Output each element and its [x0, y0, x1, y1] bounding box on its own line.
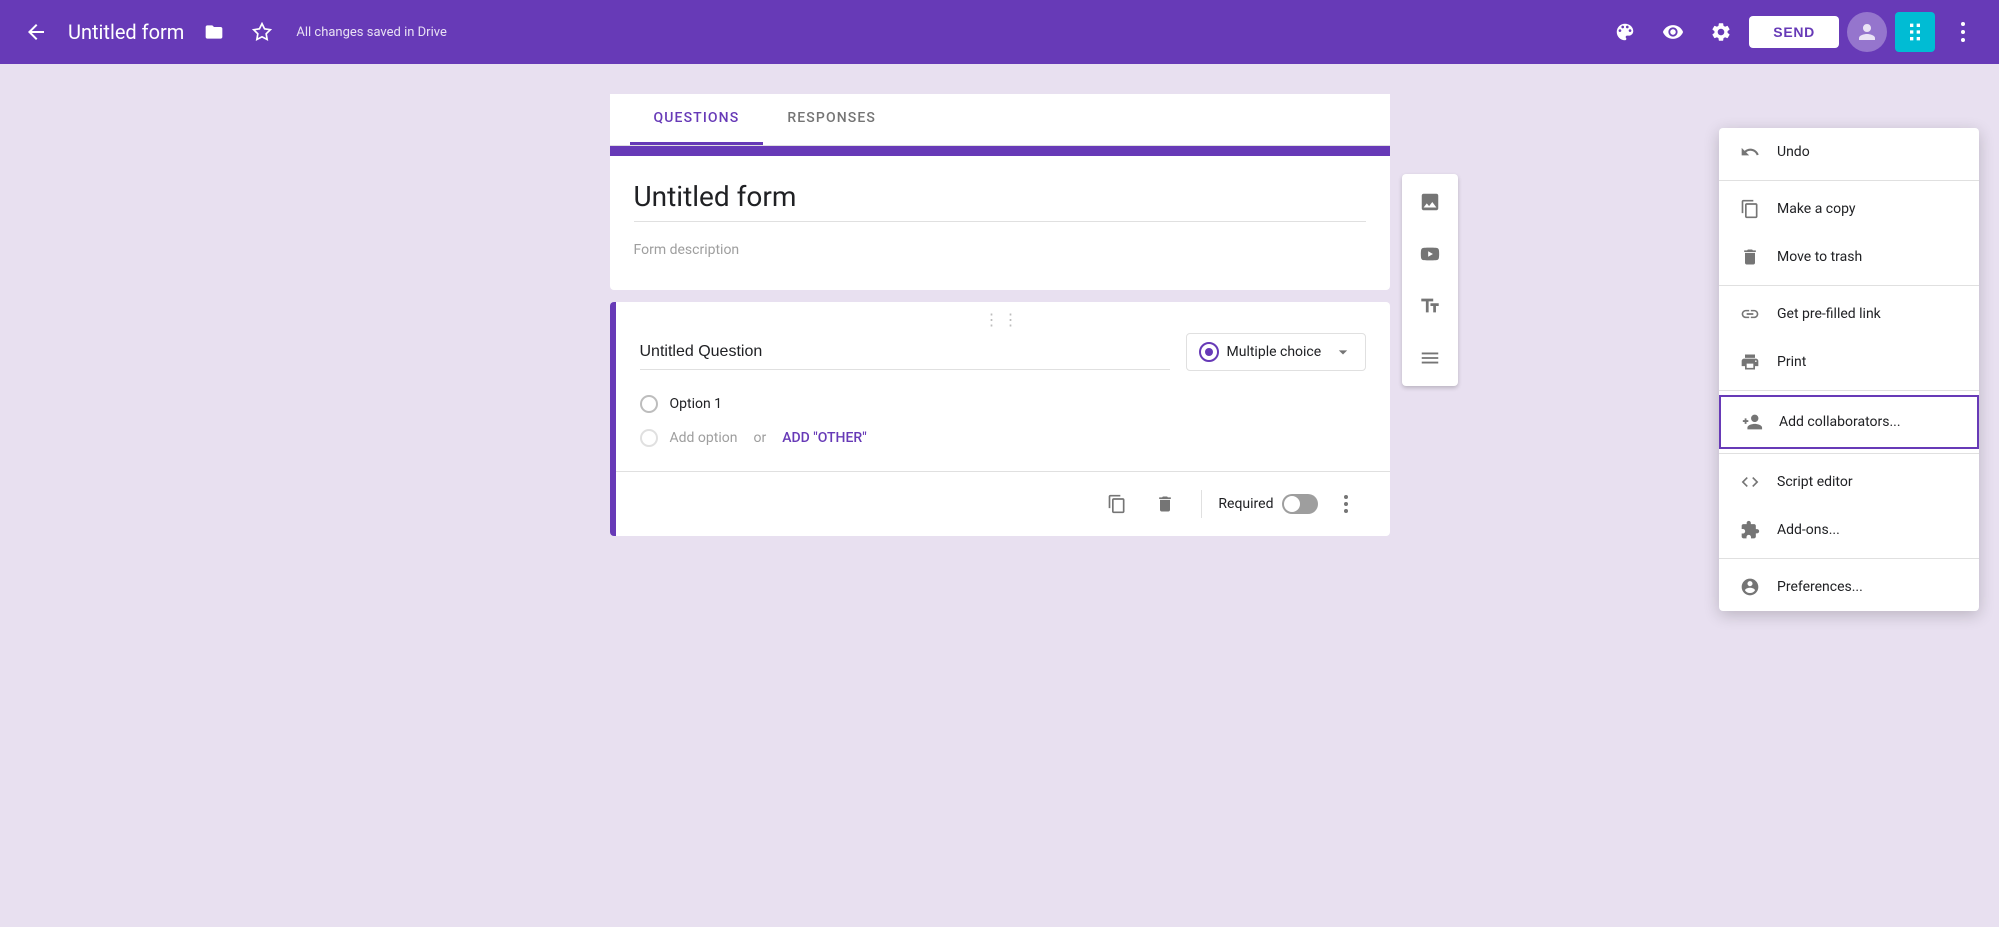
required-toggle[interactable] — [1282, 494, 1318, 514]
form-tabs: QUESTIONS RESPONSES — [610, 94, 1390, 146]
puzzle-icon — [1739, 520, 1761, 540]
undo-icon — [1739, 142, 1761, 162]
menu-item-add-ons[interactable]: Add-ons... — [1719, 506, 1979, 554]
add-option-row: Add option or ADD "OTHER" — [640, 421, 1366, 455]
user-avatar[interactable] — [1847, 12, 1887, 52]
question-body: Multiple choice Option 1 Add option or — [616, 333, 1390, 471]
copy-icon — [1739, 199, 1761, 219]
menu-item-pre-filled-link[interactable]: Get pre-filled link — [1719, 290, 1979, 338]
add-text-button[interactable] — [1406, 282, 1454, 330]
question-type-selector[interactable]: Multiple choice — [1186, 333, 1366, 371]
menu-divider-4 — [1719, 453, 1979, 454]
apps-button[interactable] — [1895, 12, 1935, 52]
form-title-header: Untitled form — [68, 20, 184, 44]
menu-item-move-to-trash[interactable]: Move to trash — [1719, 233, 1979, 281]
option-radio-1 — [640, 395, 658, 413]
send-button[interactable]: SEND — [1749, 16, 1839, 48]
menu-label-undo: Undo — [1777, 144, 1810, 160]
menu-label-move-to-trash: Move to trash — [1777, 249, 1862, 265]
menu-item-add-collaborators[interactable]: Add collaborators... — [1719, 395, 1979, 449]
required-label: Required — [1218, 496, 1273, 512]
form-description[interactable]: Form description — [634, 234, 1366, 266]
tab-questions[interactable]: QUESTIONS — [630, 94, 764, 145]
print-icon — [1739, 352, 1761, 372]
question-card: ⋮⋮ Multiple choice Option 1 — [610, 302, 1390, 536]
add-video-button[interactable] — [1406, 230, 1454, 278]
menu-label-add-collaborators: Add collaborators... — [1779, 414, 1901, 430]
preview-button[interactable] — [1653, 12, 1693, 52]
menu-item-undo[interactable]: Undo — [1719, 128, 1979, 176]
option-text-1: Option 1 — [670, 396, 723, 412]
add-other-link[interactable]: ADD "OTHER" — [782, 430, 866, 446]
chevron-down-icon — [1333, 342, 1353, 362]
sidebar-toolbar — [1402, 174, 1458, 386]
menu-label-make-copy: Make a copy — [1777, 201, 1856, 217]
back-button[interactable] — [16, 12, 56, 52]
more-options-button[interactable] — [1943, 12, 1983, 52]
add-option-separator: or — [753, 430, 766, 446]
add-image-button[interactable] — [1406, 178, 1454, 226]
question-title-input[interactable] — [640, 335, 1170, 370]
settings-button[interactable] — [1701, 12, 1741, 52]
question-type-label: Multiple choice — [1227, 344, 1325, 360]
menu-divider-5 — [1719, 558, 1979, 559]
preferences-icon — [1739, 577, 1761, 597]
menu-label-pre-filled-link: Get pre-filled link — [1777, 306, 1881, 322]
delete-question-button[interactable] — [1145, 484, 1185, 524]
header-right: SEND — [1605, 12, 1983, 52]
palette-button[interactable] — [1605, 12, 1645, 52]
autosave-status: All changes saved in Drive — [296, 25, 447, 40]
menu-divider-2 — [1719, 285, 1979, 286]
folder-button[interactable] — [196, 14, 232, 50]
question-type-radio-icon — [1199, 342, 1219, 362]
menu-label-add-ons: Add-ons... — [1777, 522, 1840, 538]
duplicate-question-button[interactable] — [1097, 484, 1137, 524]
dropdown-menu: Undo Make a copy Move to trash — [1719, 128, 1979, 611]
add-section-button[interactable] — [1406, 334, 1454, 382]
add-option-radio — [640, 429, 658, 447]
form-container: QUESTIONS RESPONSES Untitled form Form d… — [610, 94, 1390, 927]
form-header-card: Untitled form Form description — [610, 146, 1390, 290]
header-left: Untitled form All changes saved in Drive — [16, 12, 1593, 52]
menu-divider-3 — [1719, 390, 1979, 391]
code-icon — [1739, 472, 1761, 492]
menu-item-preferences[interactable]: Preferences... — [1719, 563, 1979, 611]
menu-label-preferences: Preferences... — [1777, 579, 1863, 595]
form-title[interactable]: Untitled form — [634, 180, 1366, 222]
app-header: Untitled form All changes saved in Drive — [0, 0, 1999, 64]
menu-item-script-editor[interactable]: Script editor — [1719, 458, 1979, 506]
add-collaborators-icon — [1741, 411, 1763, 433]
footer-divider — [1201, 490, 1202, 518]
star-button[interactable] — [244, 14, 280, 50]
trash-icon — [1739, 247, 1761, 267]
question-row: Multiple choice — [640, 333, 1366, 371]
menu-label-print: Print — [1777, 354, 1806, 370]
link-icon — [1739, 304, 1761, 324]
tab-responses[interactable]: RESPONSES — [763, 94, 900, 145]
menu-item-make-copy[interactable]: Make a copy — [1719, 185, 1979, 233]
menu-divider-1 — [1719, 180, 1979, 181]
menu-label-script-editor: Script editor — [1777, 474, 1853, 490]
question-footer: Required — [616, 471, 1390, 536]
question-more-button[interactable] — [1326, 484, 1366, 524]
main-content: QUESTIONS RESPONSES Untitled form Form d… — [0, 64, 1999, 927]
drag-handle: ⋮⋮ — [616, 302, 1390, 333]
option-row-1: Option 1 — [640, 387, 1366, 421]
menu-item-print[interactable]: Print — [1719, 338, 1979, 386]
add-option-text[interactable]: Add option — [670, 430, 738, 446]
